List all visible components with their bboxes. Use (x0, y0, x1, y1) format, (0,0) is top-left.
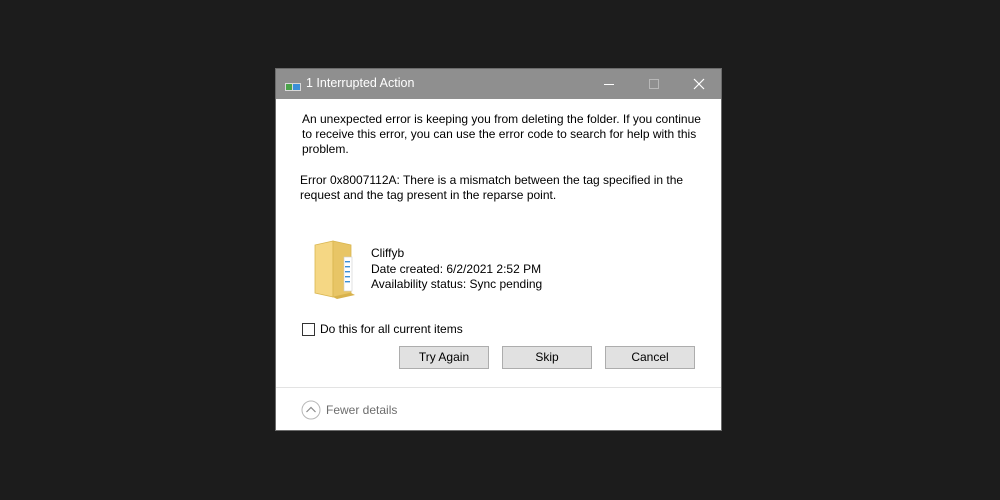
error-message: An unexpected error is keeping you from … (302, 112, 701, 156)
window-title: 1 Interrupted Action (306, 76, 415, 90)
file-name: Cliffyb (371, 246, 405, 260)
fewer-details-link[interactable]: Fewer details (326, 403, 397, 417)
folder-icon (311, 239, 357, 303)
date-created: Date created: 6/2/2021 2:52 PM (371, 261, 542, 276)
do-for-all-label[interactable]: Do this for all current items (320, 322, 463, 337)
title-bar[interactable]: 1 Interrupted Action (276, 69, 721, 99)
error-code-text: Error 0x8007112A: There is a mismatch be… (300, 173, 684, 202)
close-icon (693, 78, 705, 90)
cancel-button[interactable]: Cancel (605, 346, 695, 369)
try-again-button[interactable]: Try Again (399, 346, 489, 369)
interrupted-action-dialog: 1 Interrupted Action An unexpected error… (275, 68, 722, 431)
minimize-button[interactable] (586, 69, 632, 99)
file-info: Cliffyb Date created: 6/2/2021 2:52 PM A… (371, 246, 542, 293)
footer: Fewer details (276, 387, 721, 431)
availability-status: Availability status: Sync pending (371, 277, 543, 291)
chevron-up-circle-icon[interactable] (301, 400, 321, 425)
maximize-button[interactable] (631, 69, 677, 99)
close-button[interactable] (676, 69, 722, 99)
minimize-icon (604, 84, 614, 85)
do-for-all-checkbox[interactable] (302, 323, 315, 336)
file-transfer-icon (285, 79, 301, 91)
skip-button[interactable]: Skip (502, 346, 592, 369)
maximize-icon (649, 79, 659, 89)
